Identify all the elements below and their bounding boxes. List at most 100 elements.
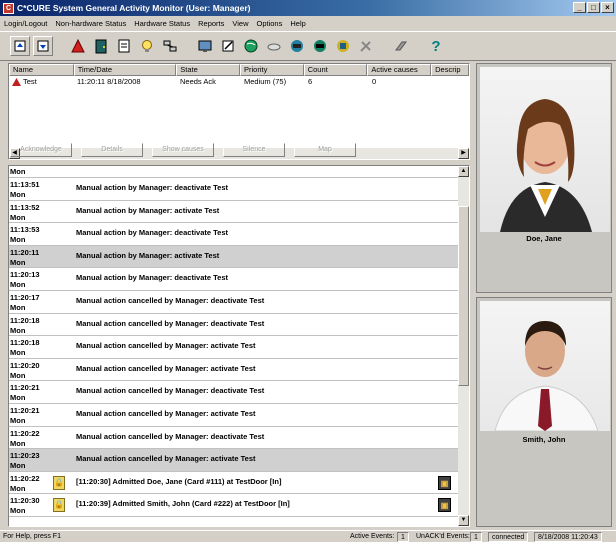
log-row[interactable]: 11:20:20 Mon Manual action cancelled by Ma… bbox=[9, 359, 469, 382]
active-events-label: Active Events: bbox=[350, 533, 395, 540]
toolbar: ? bbox=[0, 31, 616, 61]
column-header-count[interactable]: Count bbox=[303, 64, 368, 76]
badge-icon[interactable] bbox=[333, 36, 353, 56]
log-row[interactable]: 11:20:18 Mon Manual action cancelled by Ma… bbox=[9, 314, 469, 337]
log-row[interactable]: 11:20:30 Mon [11:20:39] Admitted Smith, Jo… bbox=[9, 494, 469, 517]
close-button[interactable]: × bbox=[601, 2, 614, 13]
log-row[interactable]: 11:20:21 Mon Manual action cancelled by Ma… bbox=[9, 404, 469, 427]
log-message: Manual action by Manager: deactivate Tes… bbox=[76, 273, 228, 283]
menu-hardware-status[interactable]: Hardware Status bbox=[134, 19, 190, 28]
maximize-button[interactable]: □ bbox=[587, 2, 600, 13]
log-row[interactable]: Mon bbox=[9, 166, 469, 178]
cell-state: Needs Ack bbox=[180, 77, 216, 86]
globe-icon[interactable] bbox=[241, 36, 261, 56]
column-header-state[interactable]: State bbox=[176, 64, 240, 76]
log-day: Mon bbox=[10, 257, 26, 267]
menu-login-logout[interactable]: Login/Logout bbox=[4, 19, 47, 28]
photo-panel-jane: Doe, Jane bbox=[476, 63, 612, 293]
minimize-button[interactable]: _ bbox=[573, 2, 586, 13]
connection-status: connected bbox=[488, 532, 529, 542]
alarm-icon[interactable] bbox=[68, 36, 88, 56]
menu-reports[interactable]: Reports bbox=[198, 19, 224, 28]
door-icon[interactable] bbox=[91, 36, 111, 56]
title-bar: C C*CURE System General Activity Monitor… bbox=[0, 0, 616, 16]
log-time: 11:20:21 bbox=[10, 405, 40, 415]
tools-icon[interactable] bbox=[356, 36, 376, 56]
intercom-icon[interactable] bbox=[310, 36, 330, 56]
column-header-time[interactable]: Time/Date bbox=[73, 64, 177, 76]
log-time: 11:20:23 bbox=[10, 451, 40, 461]
log-day: Mon bbox=[10, 280, 26, 290]
menu-non-hardware-status[interactable]: Non-hardware Status bbox=[55, 19, 126, 28]
log-row[interactable]: 11:20:17 Mon Manual action cancelled by Ma… bbox=[9, 291, 469, 314]
lock-icon: 🔒 bbox=[53, 498, 65, 513]
card-reader-icon[interactable] bbox=[264, 36, 284, 56]
log-row[interactable]: 11:20:23 Mon Manual action cancelled by Ma… bbox=[9, 449, 469, 472]
edit-icon[interactable] bbox=[218, 36, 238, 56]
log-time: 11:20:18 bbox=[10, 315, 40, 325]
scroll-up-button[interactable]: ▲ bbox=[458, 166, 469, 177]
cardholder-badge-icon[interactable]: ▣ bbox=[438, 498, 451, 513]
log-time: 11:20:11 bbox=[10, 247, 40, 257]
log-day: Mon bbox=[10, 438, 26, 448]
cardholder-photo bbox=[480, 301, 610, 431]
status-datetime: 8/18/2008 11:20:43 bbox=[534, 532, 602, 542]
monitor-icon[interactable] bbox=[195, 36, 215, 56]
scroll-down-icon[interactable] bbox=[33, 36, 53, 56]
log-message: Manual action cancelled by Manager: deac… bbox=[76, 431, 265, 441]
log-time: 11:13:52 bbox=[10, 202, 40, 212]
scroll-up-icon[interactable] bbox=[10, 36, 30, 56]
unacked-events-count: 1 bbox=[470, 532, 482, 542]
log-time: 11:20:17 bbox=[10, 292, 40, 302]
log-row[interactable]: 11:20:22 Mon [11:20:30] Admitted Doe, Jane… bbox=[9, 472, 469, 495]
log-message: Manual action cancelled by Manager: deac… bbox=[76, 295, 265, 305]
log-row[interactable]: 11:13:53 Mon Manual action by Manager: dea… bbox=[9, 223, 469, 246]
scroll-down-button[interactable]: ▼ bbox=[458, 515, 469, 526]
log-day: Mon bbox=[10, 235, 26, 245]
silence-button[interactable]: Silence bbox=[223, 143, 285, 157]
log-day: Mon bbox=[10, 461, 26, 471]
map-button[interactable]: Map bbox=[294, 143, 356, 157]
table-row[interactable]: Test 11:20:11 8/18/2008 Needs Ack Medium… bbox=[9, 76, 469, 88]
cardholder-badge-icon[interactable]: ▣ bbox=[438, 475, 451, 490]
log-row[interactable]: 11:20:18 Mon Manual action cancelled by Ma… bbox=[9, 336, 469, 359]
menu-bar: Login/Logout Non-hardware Status Hardwar… bbox=[0, 16, 616, 31]
log-day: Mon bbox=[10, 302, 26, 312]
network-icon[interactable] bbox=[160, 36, 180, 56]
menu-help[interactable]: Help bbox=[290, 19, 305, 28]
log-time: 11:13:51 bbox=[10, 180, 40, 189]
log-row[interactable]: 11:20:13 Mon Manual action by Manager: dea… bbox=[9, 268, 469, 291]
column-header-priority[interactable]: Priority bbox=[239, 64, 304, 76]
scroll-thumb[interactable] bbox=[458, 206, 469, 386]
window-controls: _ □ × bbox=[573, 2, 614, 13]
column-header-active-causes[interactable]: Active causes bbox=[367, 64, 432, 76]
log-row[interactable]: 11:20:11 Mon Manual action by Manager: act… bbox=[9, 245, 469, 269]
log-row[interactable]: 11:20:22 Mon Manual action cancelled by Ma… bbox=[9, 427, 469, 450]
eraser-icon[interactable] bbox=[391, 36, 411, 56]
cardholder-photo bbox=[480, 67, 610, 232]
person-photo-icon bbox=[500, 99, 592, 232]
log-day: Mon bbox=[10, 190, 26, 199]
log-row[interactable]: 11:20:21 Mon Manual action cancelled by Ma… bbox=[9, 381, 469, 404]
lock-icon: 🔒 bbox=[53, 475, 65, 490]
menu-view[interactable]: View bbox=[232, 19, 248, 28]
log-day: Mon bbox=[10, 348, 26, 358]
cell-count: 6 bbox=[308, 77, 313, 86]
lightbulb-icon[interactable] bbox=[137, 36, 157, 56]
log-row[interactable]: 11:13:51 Mon Manual action by Manager: dea… bbox=[9, 178, 469, 201]
photo-panel-john: Smith, John bbox=[476, 297, 612, 527]
vertical-scrollbar[interactable]: ▲ ▼ bbox=[458, 166, 469, 526]
log-row[interactable]: 11:13:52 Mon Manual action by Manager: act… bbox=[9, 201, 469, 224]
cell-name: Test bbox=[9, 76, 74, 88]
camera-icon[interactable] bbox=[287, 36, 307, 56]
menu-options[interactable]: Options bbox=[257, 19, 283, 28]
cell-active-causes: 0 bbox=[372, 77, 377, 86]
show-causes-button[interactable]: Show causes bbox=[152, 143, 214, 157]
help-icon[interactable]: ? bbox=[426, 36, 446, 56]
column-header-description[interactable]: Descrip bbox=[431, 64, 469, 76]
details-button[interactable]: Details bbox=[81, 143, 143, 157]
log-message: [11:20:30] Admitted Doe, Jane (Card #111… bbox=[76, 476, 282, 486]
acknowledge-button[interactable]: Acknowledge bbox=[10, 143, 72, 157]
column-header-name[interactable]: Name bbox=[9, 64, 74, 76]
document-icon[interactable] bbox=[114, 36, 134, 56]
